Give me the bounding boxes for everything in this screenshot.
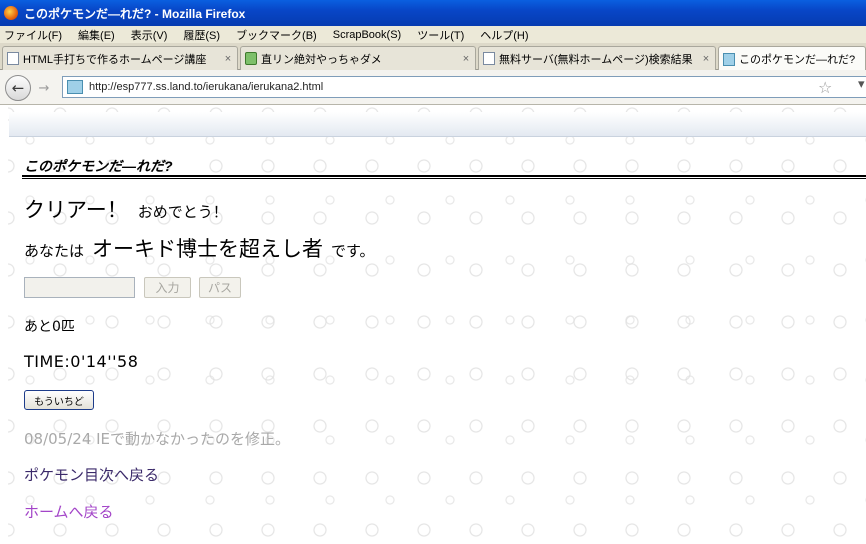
- rank-prefix: あなたは: [24, 242, 85, 260]
- update-note: 08/05/24 IEで動かなかったのを修正。: [24, 430, 291, 448]
- tab-bar: HTML手打ちで作るホームページ講座 × 直リン絶対やっちゃダメ × 無料サーバ…: [0, 43, 866, 71]
- menu-edit[interactable]: 編集(E): [78, 27, 115, 43]
- menu-bar: ファイル(F) 編集(E) 表示(V) 履歴(S) ブックマーク(B) Scra…: [0, 26, 866, 43]
- close-icon[interactable]: ×: [699, 53, 713, 65]
- menu-help[interactable]: ヘルプ(H): [480, 27, 528, 43]
- back-button[interactable]: ←: [5, 75, 31, 101]
- url-bar[interactable]: http://esp777.ss.land.to/ierukana/ieruka…: [62, 76, 866, 98]
- forward-button[interactable]: →: [35, 79, 53, 97]
- menu-file[interactable]: ファイル(F): [4, 27, 62, 43]
- back-arrow-icon: ←: [11, 79, 25, 97]
- tab-direct-link[interactable]: 直リン絶対やっちゃダメ ×: [240, 46, 476, 70]
- rank-suffix: です。: [331, 242, 375, 260]
- bookmark-star-icon[interactable]: ☆: [818, 78, 832, 97]
- close-icon[interactable]: ×: [221, 53, 235, 65]
- home-link[interactable]: ホームへ戻る: [24, 501, 114, 522]
- window-titlebar[interactable]: このポケモンだ―れだ? - Mozilla Firefox: [0, 0, 866, 26]
- answer-input[interactable]: [24, 277, 135, 298]
- menu-view[interactable]: 表示(V): [131, 27, 168, 43]
- rank-title: オーキド博士を超えし者: [92, 237, 324, 261]
- menu-tools[interactable]: ツール(T): [417, 27, 464, 43]
- menu-history[interactable]: 履歴(S): [183, 27, 220, 43]
- page-title: このポケモンだ―れだ?: [24, 158, 173, 174]
- reload-icon[interactable]: ▾: [858, 77, 865, 92]
- page-icon: [7, 52, 19, 65]
- nav-bar: ← → http://esp777.ss.land.to/ierukana/ie…: [0, 70, 866, 105]
- site-favicon-icon: [67, 80, 83, 94]
- input-button[interactable]: 入力: [144, 277, 191, 298]
- tab-pokemon-quiz[interactable]: このポケモンだ―れだ?: [718, 46, 866, 71]
- clear-main-text: クリアー！: [24, 198, 128, 222]
- page-icon: [483, 52, 495, 65]
- pokemon-site-icon: [723, 52, 735, 66]
- retry-button[interactable]: もういちど: [24, 390, 94, 410]
- pass-button[interactable]: パス: [199, 277, 241, 298]
- menu-bookmarks[interactable]: ブックマーク(B): [236, 27, 317, 43]
- tab-label: 無料サーバ(無料ホームページ)検索結果: [499, 53, 693, 66]
- elapsed-time: TIME:0'14''58: [24, 352, 139, 371]
- remaining-count: あと0匹: [24, 319, 75, 335]
- clear-sub-text: おめでとう！: [137, 203, 228, 221]
- page-content: このポケモンだ―れだ? クリアー！ おめでとう！ あなたは オーキド博士を超えし者で…: [0, 106, 866, 544]
- rank-message: あなたは オーキド博士を超えし者 です。: [24, 233, 375, 263]
- tab-label: 直リン絶対やっちゃダメ: [261, 53, 382, 66]
- tab-free-server[interactable]: 無料サーバ(無料ホームページ)検索結果 ×: [478, 46, 716, 70]
- clear-message: クリアー！ おめでとう！: [24, 194, 228, 224]
- menu-scrapbook[interactable]: ScrapBook(S): [333, 29, 401, 41]
- forward-arrow-icon: →: [38, 80, 50, 96]
- url-text: http://esp777.ss.land.to/ierukana/ieruka…: [89, 81, 324, 93]
- game-icon: [245, 52, 257, 65]
- pokemon-index-link[interactable]: ポケモン目次へ戻る: [24, 464, 159, 485]
- tab-html-course[interactable]: HTML手打ちで作るホームページ講座 ×: [2, 46, 238, 70]
- firefox-icon: [4, 6, 18, 20]
- close-icon[interactable]: ×: [459, 53, 473, 65]
- header-band: [9, 112, 866, 137]
- window-title: このポケモンだ―れだ? - Mozilla Firefox: [24, 6, 246, 21]
- title-divider: [22, 175, 866, 179]
- tab-label: このポケモンだ―れだ?: [739, 54, 856, 66]
- page-margin: [0, 106, 8, 544]
- tab-label: HTML手打ちで作るホームページ講座: [23, 53, 207, 66]
